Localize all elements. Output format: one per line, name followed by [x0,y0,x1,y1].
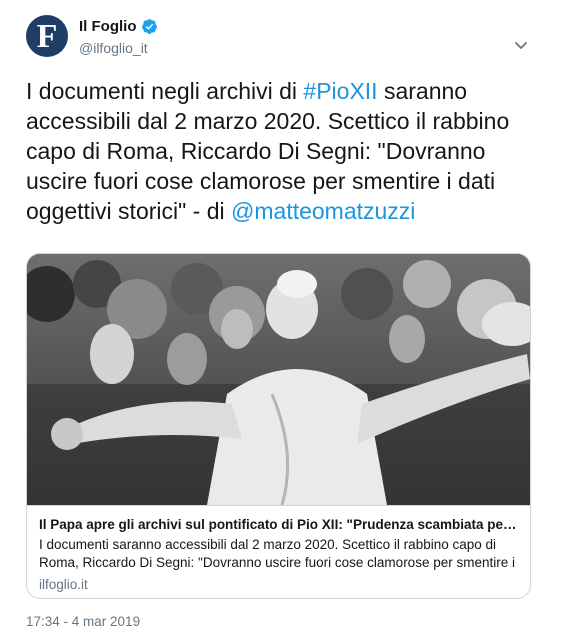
chevron-down-icon[interactable] [514,38,528,49]
mention-link[interactable]: @matteomatzuzzi [231,198,415,224]
card-title[interactable]: Il Papa apre gli archivi sul pontificato… [39,516,518,534]
tweet-text-part: I documenti negli archivi di [26,78,304,104]
account-name-row[interactable]: Il Foglio [79,18,158,35]
tweet-text: I documenti negli archivi di #PioXII sar… [26,76,541,226]
handle[interactable]: @ilfoglio_it [79,40,148,56]
card-body[interactable]: Il Papa apre gli archivi sul pontificato… [27,505,530,598]
avatar[interactable]: F [26,15,68,57]
card-description: I documenti saranno accessibili dal 2 ma… [39,537,515,570]
hashtag-link[interactable]: #PioXII [303,78,377,104]
avatar-logo-letter: F [36,18,58,55]
tweet: F Il Foglio @ilfoglio_it I documenti neg… [0,0,562,640]
timestamp[interactable]: 17:34 - 4 mar 2019 [26,614,140,629]
verified-badge-icon [141,18,158,35]
display-name[interactable]: Il Foglio [79,18,137,35]
card-image[interactable] [27,254,530,505]
card-domain: ilfoglio.it [39,577,88,592]
link-card[interactable]: Il Papa apre gli archivi sul pontificato… [26,253,531,599]
